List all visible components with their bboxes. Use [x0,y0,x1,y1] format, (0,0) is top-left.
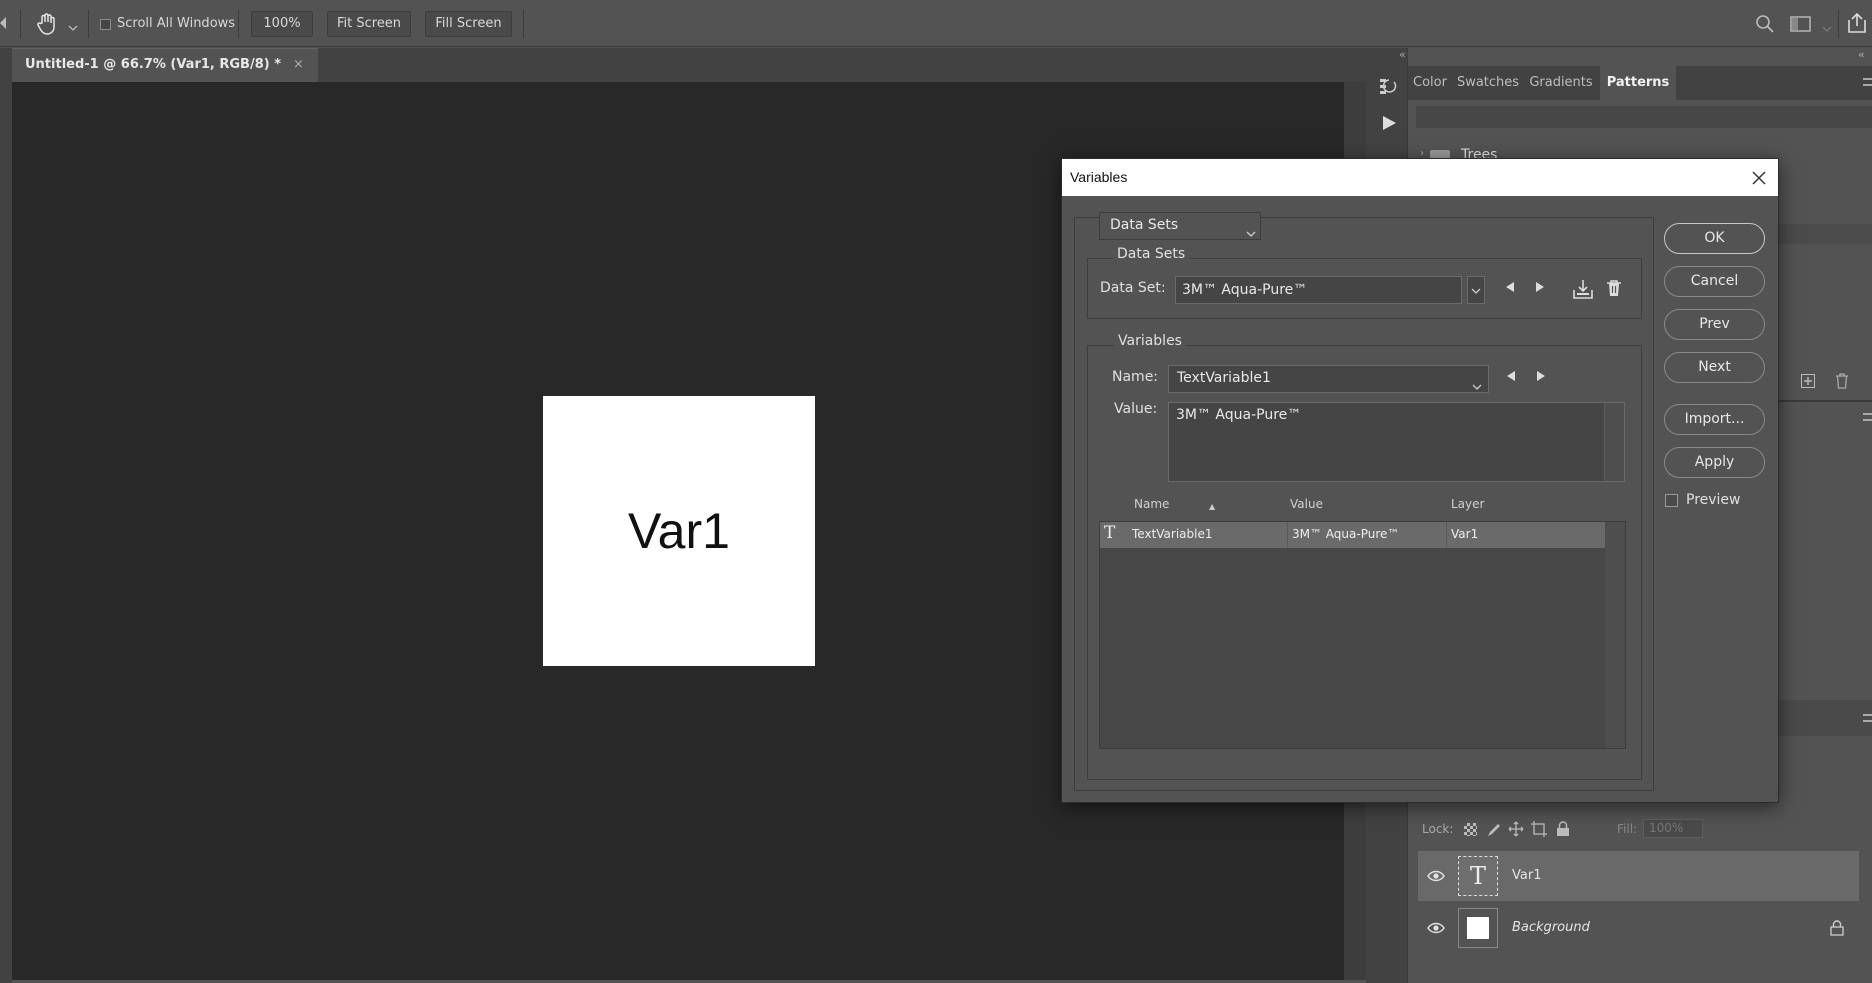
next-button[interactable]: Next [1664,352,1765,383]
scroll-all-windows-checkbox[interactable] [100,19,111,30]
panel-menu-icon[interactable] [1863,78,1872,86]
cell-name: TextVariable1 [1132,527,1213,541]
ok-button[interactable]: OK [1664,223,1765,254]
sort-ascending-icon: ▲ [1209,502,1216,511]
variable-next-arrow-icon[interactable] [1533,369,1549,389]
value-label: Value: [1114,401,1158,417]
dataset-field[interactable]: 3M™ Aqua-Pure™ [1175,276,1462,304]
close-tab-icon[interactable]: × [293,57,304,72]
canvas-text-layer[interactable]: Var1 [543,396,815,666]
preview-label: Preview [1686,492,1741,508]
hand-tool-icon[interactable] [35,12,59,36]
table-header-value[interactable]: Value [1290,497,1323,511]
variable-value-textarea[interactable]: 3M™ Aqua-Pure™ [1168,402,1625,482]
tab-patterns[interactable]: Patterns [1600,66,1676,100]
table-header-layer[interactable]: Layer [1451,497,1484,511]
tab-gradients[interactable]: Gradients [1524,66,1598,100]
delete-pattern-icon[interactable] [1835,373,1849,389]
dataset-label: Data Set: [1100,280,1166,296]
cell-layer: Var1 [1451,527,1479,541]
dialog-titlebar[interactable]: Variables [1062,159,1778,196]
delete-dataset-icon[interactable] [1606,279,1622,297]
save-dataset-icon[interactable] [1572,278,1594,300]
variable-prev-arrow-icon[interactable] [1503,369,1519,389]
chevron-down-icon [1472,376,1482,395]
tab-swatches[interactable]: Swatches [1454,66,1522,100]
table-row[interactable]: T TextVariable1 3M™ Aqua-Pure™ Var1 [1100,522,1606,548]
table-header-name[interactable]: Name [1134,497,1169,511]
eye-icon[interactable] [1426,918,1446,938]
dataset-next-arrow-icon[interactable] [1532,280,1548,300]
layer-row-background[interactable]: Background [1418,903,1859,953]
preview-checkbox[interactable] [1665,494,1678,507]
variables-group-label: Variables [1114,333,1186,349]
dataset-prev-arrow-icon[interactable] [1502,280,1518,300]
cancel-button[interactable]: Cancel [1664,266,1765,297]
text-variable-icon: T [1104,523,1116,543]
panel-menu-icon[interactable] [1863,413,1872,421]
dialog-title: Variables [1070,169,1128,185]
history-icon[interactable] [1378,76,1398,96]
scroll-all-windows-label: Scroll All Windows [117,16,236,31]
options-bar: Scroll All Windows 100% Fit Screen Fill … [0,0,1872,47]
document-tab[interactable]: Untitled-1 @ 66.7% (Var1, RGB/8) * × [12,48,318,82]
layer-name: Background [1512,920,1590,935]
actions-play-icon[interactable] [1380,114,1398,132]
mode-select[interactable]: Data Sets [1099,212,1261,240]
fill-input[interactable]: 100% [1643,819,1703,838]
new-pattern-icon[interactable] [1801,374,1815,388]
workspace-icon[interactable] [1790,15,1812,33]
chevron-down-icon [1246,223,1256,242]
dataset-dropdown-button[interactable] [1467,276,1485,304]
datasets-group-label: Data Sets [1113,246,1190,262]
background-layer-thumbnail[interactable] [1458,908,1498,948]
home-icon[interactable] [0,15,10,31]
search-icon[interactable] [1755,14,1775,34]
panel-menu-icon[interactable] [1863,714,1872,722]
variable-name-select[interactable]: TextVariable1 [1168,365,1489,393]
variables-dialog: Variables Data Sets Data Sets Data Set: … [1061,158,1779,803]
table-body: T TextVariable1 3M™ Aqua-Pure™ Var1 [1099,521,1626,749]
collapse-dock-icon[interactable]: « [1858,48,1870,61]
prev-button[interactable]: Prev [1664,309,1765,340]
tool-preset-chevron-icon[interactable] [68,18,78,31]
table-scrollbar[interactable] [1605,522,1625,748]
pattern-search-input[interactable] [1416,106,1872,128]
close-icon[interactable] [1748,159,1770,196]
mode-select-value: Data Sets [1110,217,1179,233]
name-label: Name: [1112,369,1159,385]
share-icon[interactable] [1846,12,1868,34]
workspace-chevron-icon[interactable] [1822,19,1832,32]
apply-button[interactable]: Apply [1664,447,1765,478]
cell-value: 3M™ Aqua-Pure™ [1292,527,1400,541]
document-tab-title: Untitled-1 @ 66.7% (Var1, RGB/8) * [25,57,282,72]
fit-screen-button[interactable]: Fit Screen [327,11,411,37]
tab-color[interactable]: Color [1408,66,1452,100]
fill-screen-button[interactable]: Fill Screen [425,11,512,37]
layer-lock-icon[interactable] [1830,920,1844,936]
value-scrollbar[interactable] [1604,403,1624,481]
variable-name-value: TextVariable1 [1177,370,1271,386]
zoom-100-button[interactable]: 100% [251,11,313,37]
variable-value-text: 3M™ Aqua-Pure™ [1176,407,1302,423]
ruler-strip [0,82,12,983]
import-button[interactable]: Import... [1664,404,1765,435]
document-canvas[interactable]: Var1 [543,396,815,666]
